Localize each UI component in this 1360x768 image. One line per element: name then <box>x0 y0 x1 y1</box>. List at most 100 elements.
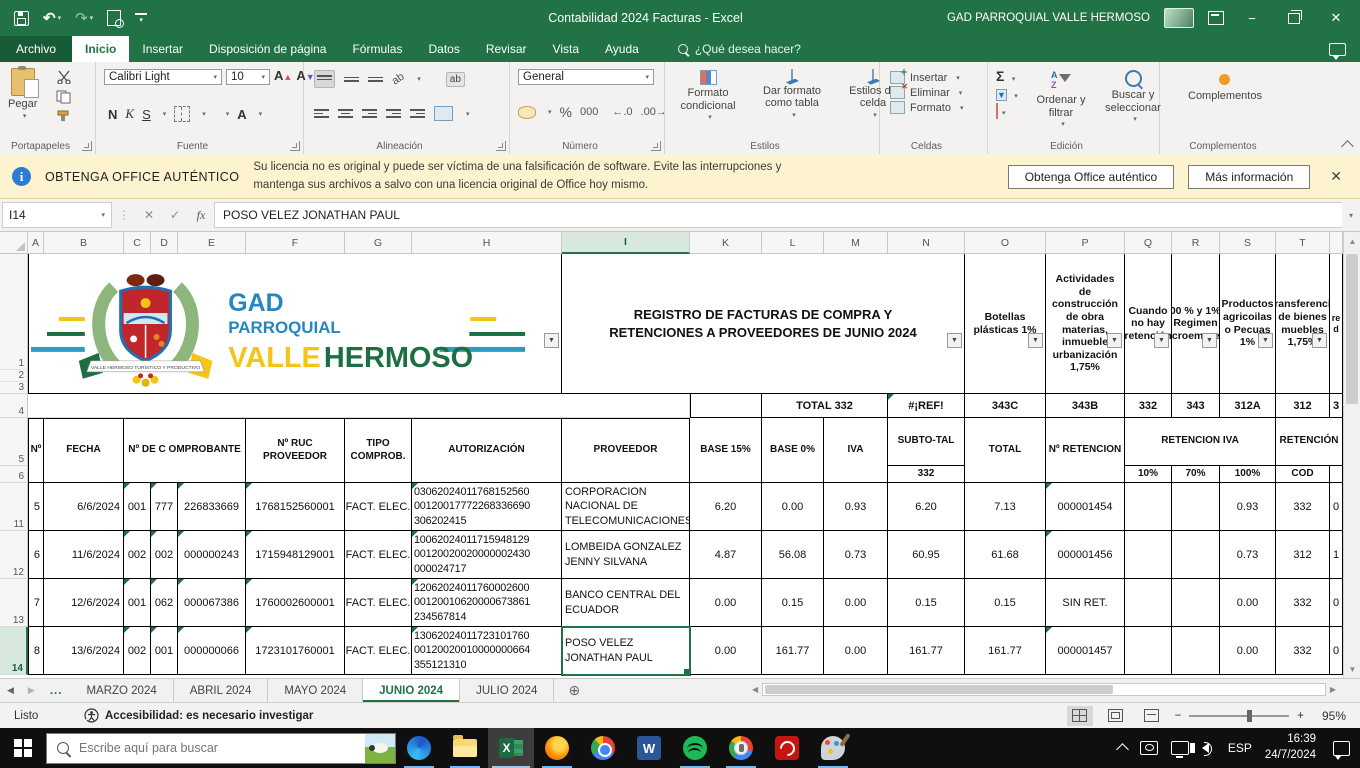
code-cell[interactable]: 312A <box>1220 394 1276 418</box>
col-header-C[interactable]: C <box>124 232 151 254</box>
header-comprobante[interactable]: Nº DE C OMPROBANTE <box>124 418 246 483</box>
cell-base0[interactable]: 161.77 <box>762 627 824 675</box>
taskbar-edge[interactable] <box>396 728 442 768</box>
font-color-button[interactable]: A <box>237 108 246 121</box>
merge-center-dropdown-icon[interactable]: ▾ <box>466 110 470 118</box>
conditional-format-button[interactable]: Formato condicional▾ <box>677 70 739 122</box>
cut-icon[interactable] <box>56 70 72 84</box>
scroll-down-icon[interactable]: ▼ <box>1344 660 1360 678</box>
cell-subtotal[interactable]: 60.95 <box>888 531 965 579</box>
header-ruc[interactable]: Nº RUC PROVEEDOR <box>246 418 345 483</box>
align-right-button[interactable] <box>362 107 377 120</box>
font-name-select[interactable]: Calibri Light▾ <box>104 69 222 85</box>
filter-dropdown-icon[interactable]: ▼ <box>1202 333 1217 348</box>
total-332-cell[interactable]: TOTAL 332 <box>762 394 888 418</box>
volume-icon[interactable] <box>1202 743 1209 753</box>
cell[interactable]: 777 <box>151 483 178 531</box>
col-header-H[interactable]: H <box>412 232 562 254</box>
comma-style-button[interactable]: 000 <box>580 106 598 118</box>
cell-partial[interactable]: 0 <box>1330 579 1343 627</box>
tax-header-partial[interactable]: re d <box>1330 254 1343 394</box>
zoom-in-button[interactable]: + <box>1297 710 1304 722</box>
cell[interactable]: 001 <box>151 627 178 675</box>
cell-ruc[interactable]: 1715948129001 <box>246 531 345 579</box>
align-center-button[interactable] <box>338 107 353 120</box>
more-info-button[interactable]: Más información <box>1188 165 1310 189</box>
cell[interactable] <box>1172 579 1220 627</box>
tax-header-construccion[interactable]: Actividades de construcción de obra mate… <box>1046 254 1125 394</box>
sheet-nav-left-icon[interactable]: ◀ <box>0 679 21 702</box>
cell-autorizacion[interactable]: 13062024011723101760 0012002001000000066… <box>412 627 562 675</box>
start-button[interactable] <box>0 728 46 768</box>
header-autorizacion[interactable]: AUTORIZACIÓN <box>412 418 562 483</box>
font-size-select[interactable]: 10▾ <box>226 69 270 85</box>
cell-tipo[interactable]: FACT. ELEC. <box>345 627 412 675</box>
clock[interactable]: 16:3924/7/2024 <box>1265 732 1316 763</box>
cell-base15[interactable]: 4.87 <box>690 531 762 579</box>
header-subtotal-332[interactable]: 332 <box>888 466 965 483</box>
col-header-D[interactable]: D <box>151 232 178 254</box>
taskbar-word[interactable]: W <box>626 728 672 768</box>
cell-autorizacion[interactable]: 12062024011760002600 0012001062000067386… <box>412 579 562 627</box>
zoom-level[interactable]: 95% <box>1312 709 1346 723</box>
cell-iva[interactable]: 0.73 <box>824 531 888 579</box>
cell-base15[interactable]: 0.00 <box>690 579 762 627</box>
taskbar-chrome-app[interactable] <box>718 728 764 768</box>
cell-base15[interactable]: 0.00 <box>690 627 762 675</box>
cell-iva[interactable]: 0.00 <box>824 627 888 675</box>
clear-button[interactable]: ▾ <box>996 104 1018 118</box>
cell-partial[interactable]: 0 <box>1330 627 1343 675</box>
cell[interactable] <box>1172 531 1220 579</box>
cell[interactable] <box>1125 627 1172 675</box>
cell-num-retencion[interactable]: 000001456 <box>1046 531 1125 579</box>
new-sheet-icon[interactable]: ⊕ <box>554 679 594 702</box>
tab-ayuda[interactable]: Ayuda <box>592 36 652 62</box>
orientation-dropdown-icon[interactable]: ▾ <box>417 75 421 83</box>
col-header-Q[interactable]: Q <box>1125 232 1172 254</box>
cell-num[interactable]: 6 <box>28 531 44 579</box>
cell-num[interactable]: 8 <box>28 627 44 675</box>
tax-header-sin-retencion[interactable]: Cuando no hay retención▼ <box>1125 254 1172 394</box>
header-proveedor[interactable]: PROVEEDOR <box>562 418 690 483</box>
cell-base0[interactable]: 0.15 <box>762 579 824 627</box>
cell-proveedor[interactable]: BANCO CENTRAL DEL ECUADOR <box>562 579 690 627</box>
insert-function-icon[interactable]: fx <box>188 208 214 223</box>
print-preview-button[interactable] <box>107 10 121 26</box>
undo-dropdown-icon[interactable]: ▾ <box>58 14 62 22</box>
filter-dropdown-icon[interactable]: ▼ <box>544 333 559 348</box>
cell-total[interactable]: 0.15 <box>965 579 1046 627</box>
header-retencion-2[interactable]: RETENCIÓN <box>1276 418 1343 466</box>
row-header-6[interactable]: 6 <box>0 466 28 483</box>
cell-num-retencion[interactable]: 000001457 <box>1046 627 1125 675</box>
tell-me-search[interactable]: ¿Qué desea hacer? <box>678 36 801 62</box>
cell[interactable]: 000000066 <box>178 627 246 675</box>
cell-cod[interactable]: 332 <box>1276 579 1330 627</box>
taskbar-excel-active[interactable]: X <box>488 728 534 768</box>
get-office-button[interactable]: Obtenga Office auténtico <box>1008 165 1175 189</box>
col-header-U-partial[interactable] <box>1330 232 1343 254</box>
tab-insertar[interactable]: Insertar <box>129 36 196 62</box>
select-all-corner[interactable] <box>0 232 28 254</box>
tab-vista[interactable]: Vista <box>540 36 592 62</box>
col-header-F[interactable]: F <box>246 232 345 254</box>
cell[interactable] <box>28 394 690 418</box>
cell-num-retencion[interactable]: 000001454 <box>1046 483 1125 531</box>
cell-fecha[interactable]: 11/6/2024 <box>44 531 124 579</box>
row-header-13[interactable]: 13 <box>0 579 28 627</box>
col-header-L[interactable]: L <box>762 232 824 254</box>
row-header-14-selected[interactable]: 14 <box>0 627 28 675</box>
cell-subtotal[interactable]: 6.20 <box>888 483 965 531</box>
cell[interactable] <box>1125 579 1172 627</box>
cell-total[interactable]: 7.13 <box>965 483 1046 531</box>
increase-indent-icon[interactable] <box>410 107 425 120</box>
tab-inicio[interactable]: Inicio <box>72 36 129 62</box>
col-header-T[interactable]: T <box>1276 232 1330 254</box>
zoom-slider[interactable] <box>1189 715 1289 717</box>
merge-center-button[interactable] <box>434 106 453 121</box>
row-header-3[interactable]: 3 <box>0 382 28 394</box>
header-cod-partial[interactable] <box>1330 466 1343 483</box>
clipboard-dialog-launcher-icon[interactable] <box>82 141 92 151</box>
cell-tipo[interactable]: FACT. ELEC. <box>345 579 412 627</box>
cell-fecha[interactable]: 6/6/2024 <box>44 483 124 531</box>
header-100[interactable]: 100% <box>1220 466 1276 483</box>
